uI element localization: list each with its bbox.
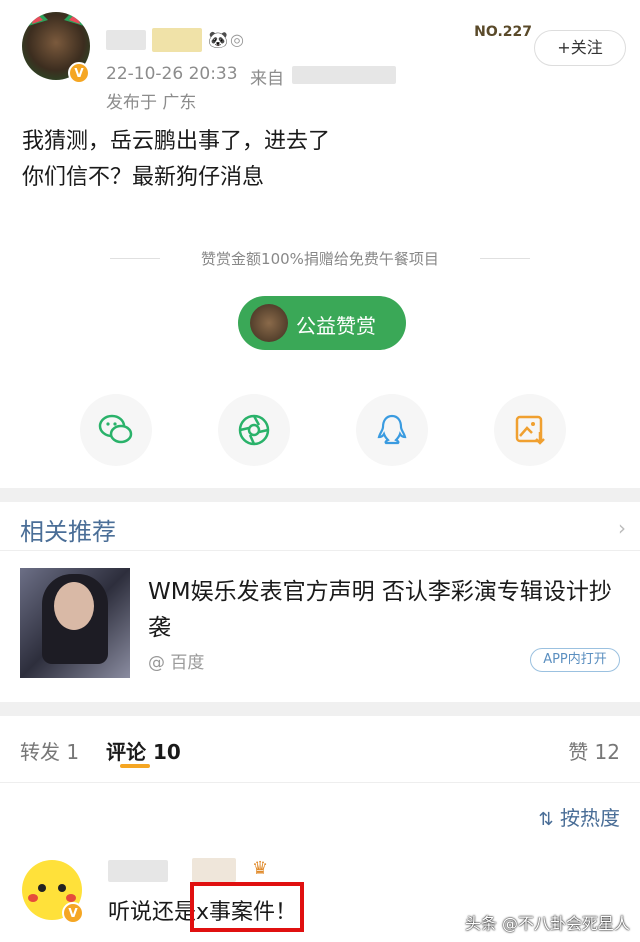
divider <box>0 550 640 551</box>
chevron-right-icon[interactable]: › <box>618 516 626 540</box>
commenter-verified-badge: V <box>62 902 84 924</box>
tab-comments-label: 评论 <box>106 740 146 764</box>
fans-rank-badge: NO.227 <box>474 24 532 40</box>
tab-repost[interactable]: 转发 1 <box>20 736 79 765</box>
divider <box>0 782 640 783</box>
save-image-icon <box>515 415 545 445</box>
post-timestamp: 22-10-26 20:33 <box>106 64 238 84</box>
tab-comments-count: 10 <box>152 740 181 764</box>
post-body: 我猜测，岳云鹏出事了，进去了 你们信不？最新狗仔消息 <box>22 124 330 196</box>
avatar-eye <box>58 884 66 892</box>
tab-repost-label: 转发 <box>20 740 60 764</box>
sort-icon: ⇅ <box>538 809 554 830</box>
save-image-button[interactable] <box>494 394 566 466</box>
watermark: 头条 @不八卦会死星人 <box>464 914 630 933</box>
post-text-line-1: 我猜测，岳云鹏出事了，进去了 <box>22 129 331 154</box>
related-source: @ 百度 <box>148 653 205 673</box>
reward-avatar <box>250 304 288 342</box>
section-divider <box>0 702 640 716</box>
related-thumbnail[interactable] <box>20 568 130 678</box>
commenter-name-blurred[interactable] <box>108 860 168 882</box>
post-location: 发布于 广东 <box>106 93 197 113</box>
tab-comments[interactable]: 评论 10 <box>106 736 181 765</box>
sort-by-hot-button[interactable]: ⇅ 按热度 <box>539 802 620 831</box>
username-blurred[interactable] <box>106 30 146 50</box>
qq-icon <box>377 414 407 445</box>
comment-text-prefix: 听说还是 <box>108 900 197 925</box>
tab-likes[interactable]: 赞 12 <box>568 736 620 765</box>
panda-icon: 🐼 <box>208 30 228 49</box>
share-moments-button[interactable] <box>218 394 290 466</box>
highlight-annotation-box <box>190 882 304 932</box>
avatar-cheek <box>28 894 38 902</box>
tab-repost-count: 1 <box>66 740 80 764</box>
related-headline[interactable]: WM娱乐发表官方声明 否认李彩演专辑设计抄袭 <box>148 574 624 646</box>
avatar-eye <box>38 884 46 892</box>
post-text-line-2: 你们信不？最新狗仔消息 <box>22 165 265 190</box>
wechat-icon <box>98 414 133 444</box>
moments-icon <box>238 414 270 446</box>
reward-button-label: 公益赞赏 <box>296 314 376 338</box>
verified-badge: V <box>68 62 90 84</box>
thumbnail-face <box>54 582 94 630</box>
share-qq-button[interactable] <box>356 394 428 466</box>
follow-button[interactable]: +关注 <box>534 30 626 66</box>
tab-likes-count: 12 <box>594 740 620 764</box>
sort-label: 按热度 <box>560 806 620 830</box>
avatar-cheek <box>66 894 76 902</box>
level-badge-icon: ◎ <box>230 30 244 49</box>
tab-likes-label: 赞 <box>568 740 589 764</box>
active-tab-indicator <box>120 764 150 768</box>
post-source-label: 来自 <box>250 69 284 89</box>
related-section-title: 相关推荐 <box>20 518 116 546</box>
section-divider <box>0 488 640 502</box>
cat-ears-icon <box>28 12 84 26</box>
reward-button[interactable]: 公益赞赏 <box>238 296 406 350</box>
member-badge-blurred <box>152 28 202 52</box>
commenter-badge-blurred <box>192 858 236 882</box>
post-source-blurred[interactable] <box>292 66 396 84</box>
crown-icon: ♛ <box>252 858 269 879</box>
open-in-app-button[interactable]: APP内打开 <box>530 648 620 672</box>
reward-note: 赞赏金额100%捐赠给免费午餐项目 <box>110 248 530 269</box>
share-wechat-button[interactable] <box>80 394 152 466</box>
